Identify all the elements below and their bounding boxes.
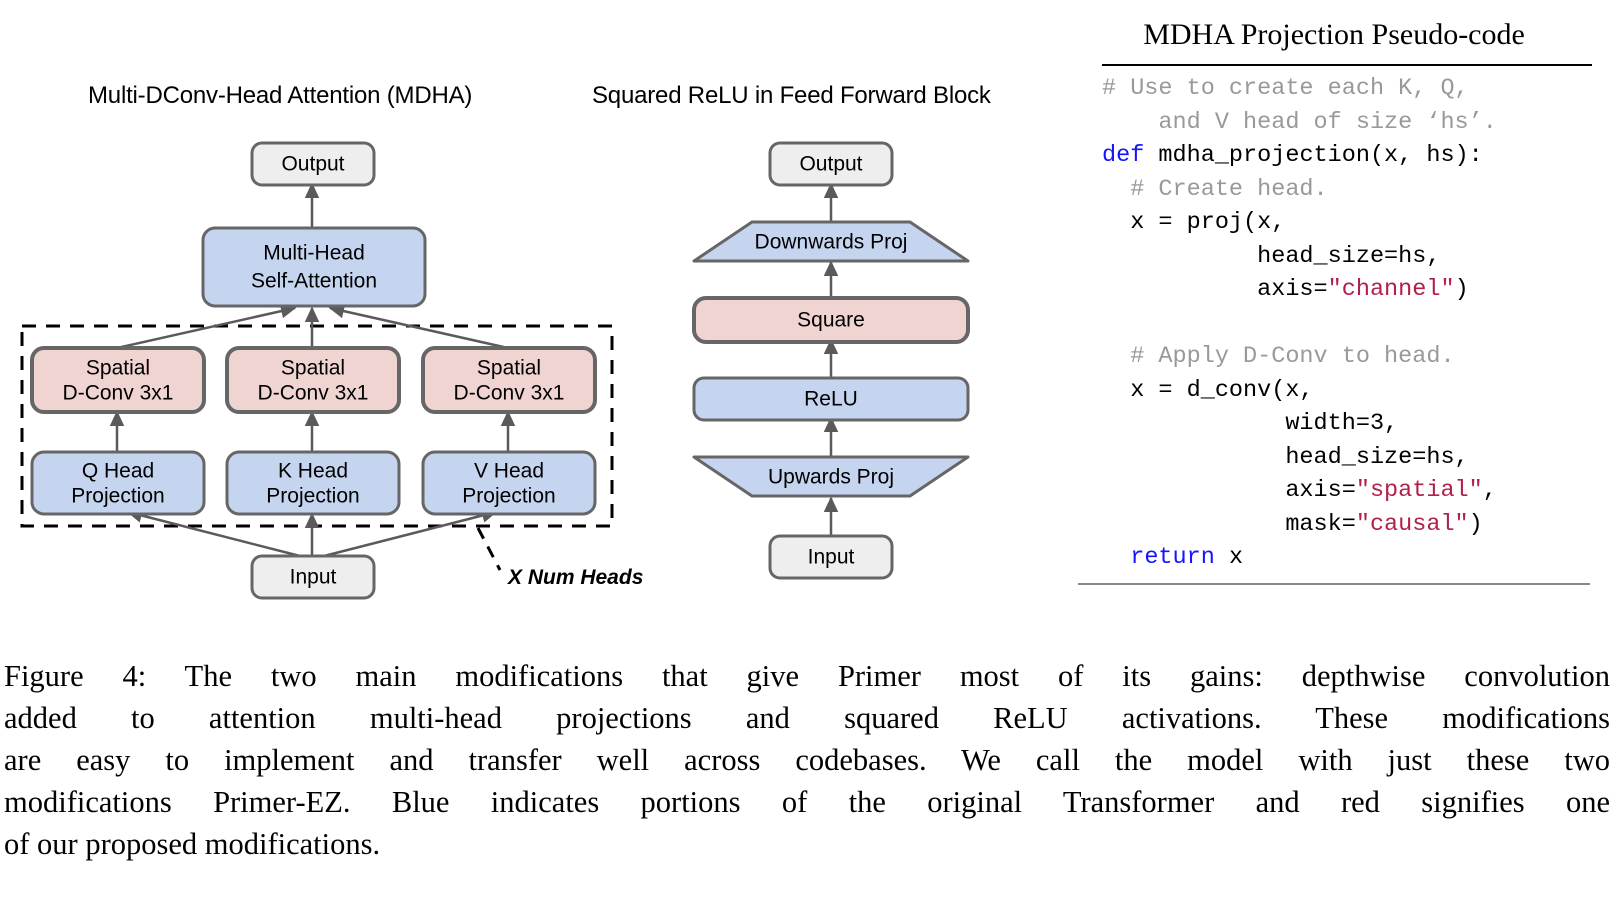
code-line: def mdha_projection(x, hs):: [1102, 139, 1596, 173]
code-token: width=3,: [1102, 410, 1399, 437]
code-token: ): [1468, 510, 1483, 538]
code-line: # Apply D-Conv to head.: [1102, 340, 1596, 374]
multi-head-self-attention-box[interactable]: [201, 226, 427, 308]
num-heads-leader-line: [476, 527, 502, 571]
v-head-projection-label-line2: Projection: [462, 485, 555, 508]
spatial-dconv-q-label-line2: D-Conv 3x1: [63, 382, 174, 405]
q-head-projection-label-line2: Projection: [71, 485, 164, 508]
code-token: head_size=hs,: [1102, 242, 1441, 270]
attention-label-line1: Multi-Head: [263, 242, 365, 265]
code-line: head_size=hs,: [1102, 441, 1596, 475]
arrow-input-to-v: [323, 508, 498, 558]
ffb-output-label: Output: [799, 153, 862, 176]
code-line: width=3,: [1102, 407, 1596, 441]
arrow-dconv-v-to-attention: [328, 303, 509, 350]
code-line: mask="causal"): [1102, 508, 1596, 542]
code-line: # Create head.: [1102, 173, 1596, 207]
pseudo-code-panel: MDHA Projection Pseudo-code # Use to cre…: [1072, 18, 1596, 585]
pseudo-code-title: MDHA Projection Pseudo-code: [1143, 18, 1525, 51]
mdha-input-label: Input: [290, 566, 337, 589]
figure-page: Multi-DConv-Head Attention (MDHA) Square…: [0, 0, 1614, 906]
caption-line: of our proposed modifications.: [4, 827, 381, 861]
k-head-projection-label-line1: K Head: [278, 460, 348, 483]
spatial-dconv-k-label-line1: Spatial: [281, 357, 345, 380]
num-heads-annotation-label: X Num Heads: [507, 566, 643, 589]
code-token: ,: [1482, 477, 1497, 504]
code-token: "causal": [1355, 510, 1469, 538]
code-token: x: [1214, 544, 1244, 571]
code-token: return: [1130, 544, 1215, 571]
code-token: axis=: [1102, 477, 1356, 504]
v-head-projection-label-line1: V Head: [474, 460, 544, 483]
square-label: Square: [797, 309, 865, 332]
code-line: return x: [1102, 541, 1596, 575]
code-token: # Use to create each K, Q,: [1102, 75, 1469, 102]
code-line: x = d_conv(x,: [1102, 374, 1596, 408]
caption-line: Figure 4: The two main modifications tha…: [4, 659, 1610, 693]
arrow-dconv-q-to-attention: [116, 303, 297, 350]
code-line: head_size=hs,: [1102, 240, 1596, 274]
attention-label-line2: Self-Attention: [251, 270, 377, 293]
code-top-divider: [1102, 64, 1592, 66]
caption-line: are easy to implement and transfer well …: [4, 743, 1610, 777]
code-line: axis="spatial",: [1102, 474, 1596, 508]
downwards-proj-label: Downwards Proj: [755, 231, 908, 254]
spatial-dconv-k-label-line2: D-Conv 3x1: [258, 382, 369, 405]
code-bottom-divider: [1078, 582, 1590, 585]
feed-forward-diagram: Output Downwards Proj Square ReLU Upward…: [692, 141, 970, 580]
spatial-dconv-v-label-line1: Spatial: [477, 357, 541, 380]
ffb-input-label: Input: [808, 546, 855, 569]
code-line: [1102, 307, 1596, 341]
code-line: # Use to create each K, Q,: [1102, 72, 1596, 106]
code-token: x = d_conv(x,: [1102, 376, 1314, 404]
code-token: # Apply D-Conv to head.: [1102, 343, 1455, 370]
code-token: "spatial": [1355, 477, 1483, 504]
code-token: head_size=hs,: [1102, 443, 1469, 471]
caption-line: added to attention multi-head projection…: [4, 701, 1610, 735]
q-head-projection-label-line1: Q Head: [82, 460, 154, 483]
k-head-projection-label-line2: Projection: [266, 485, 359, 508]
code-line: and V head of size ‘hs’.: [1102, 106, 1596, 140]
code-token: mask=: [1102, 510, 1356, 538]
code-line: x = proj(x,: [1102, 206, 1596, 240]
code-token: axis=: [1102, 276, 1328, 303]
code-token: ): [1454, 276, 1469, 303]
figure-caption: Figure 4: The two main modifications tha…: [4, 655, 1610, 865]
code-token: mdha_projection(x, hs):: [1144, 142, 1483, 169]
mdha-diagram: Output Multi-Head Self-Attention Spatial…: [20, 141, 643, 600]
code-token: and V head of size ‘hs’.: [1102, 108, 1497, 136]
code-token: # Create head.: [1102, 175, 1328, 203]
code-token: "channel": [1327, 276, 1455, 303]
arrow-input-to-q: [126, 508, 301, 558]
relu-label: ReLU: [804, 388, 858, 411]
mdha-output-label: Output: [281, 153, 344, 176]
caption-line: modifications Primer-EZ. Blue indicates …: [4, 785, 1610, 819]
spatial-dconv-v-label-line2: D-Conv 3x1: [454, 382, 565, 405]
code-token: def: [1102, 142, 1145, 169]
code-token: x = proj(x,: [1102, 209, 1286, 236]
spatial-dconv-q-label-line1: Spatial: [86, 357, 150, 380]
pseudo-code-body: # Use to create each K, Q, and V head of…: [1102, 72, 1596, 575]
code-line: axis="channel"): [1102, 273, 1596, 307]
upwards-proj-label: Upwards Proj: [768, 466, 894, 489]
